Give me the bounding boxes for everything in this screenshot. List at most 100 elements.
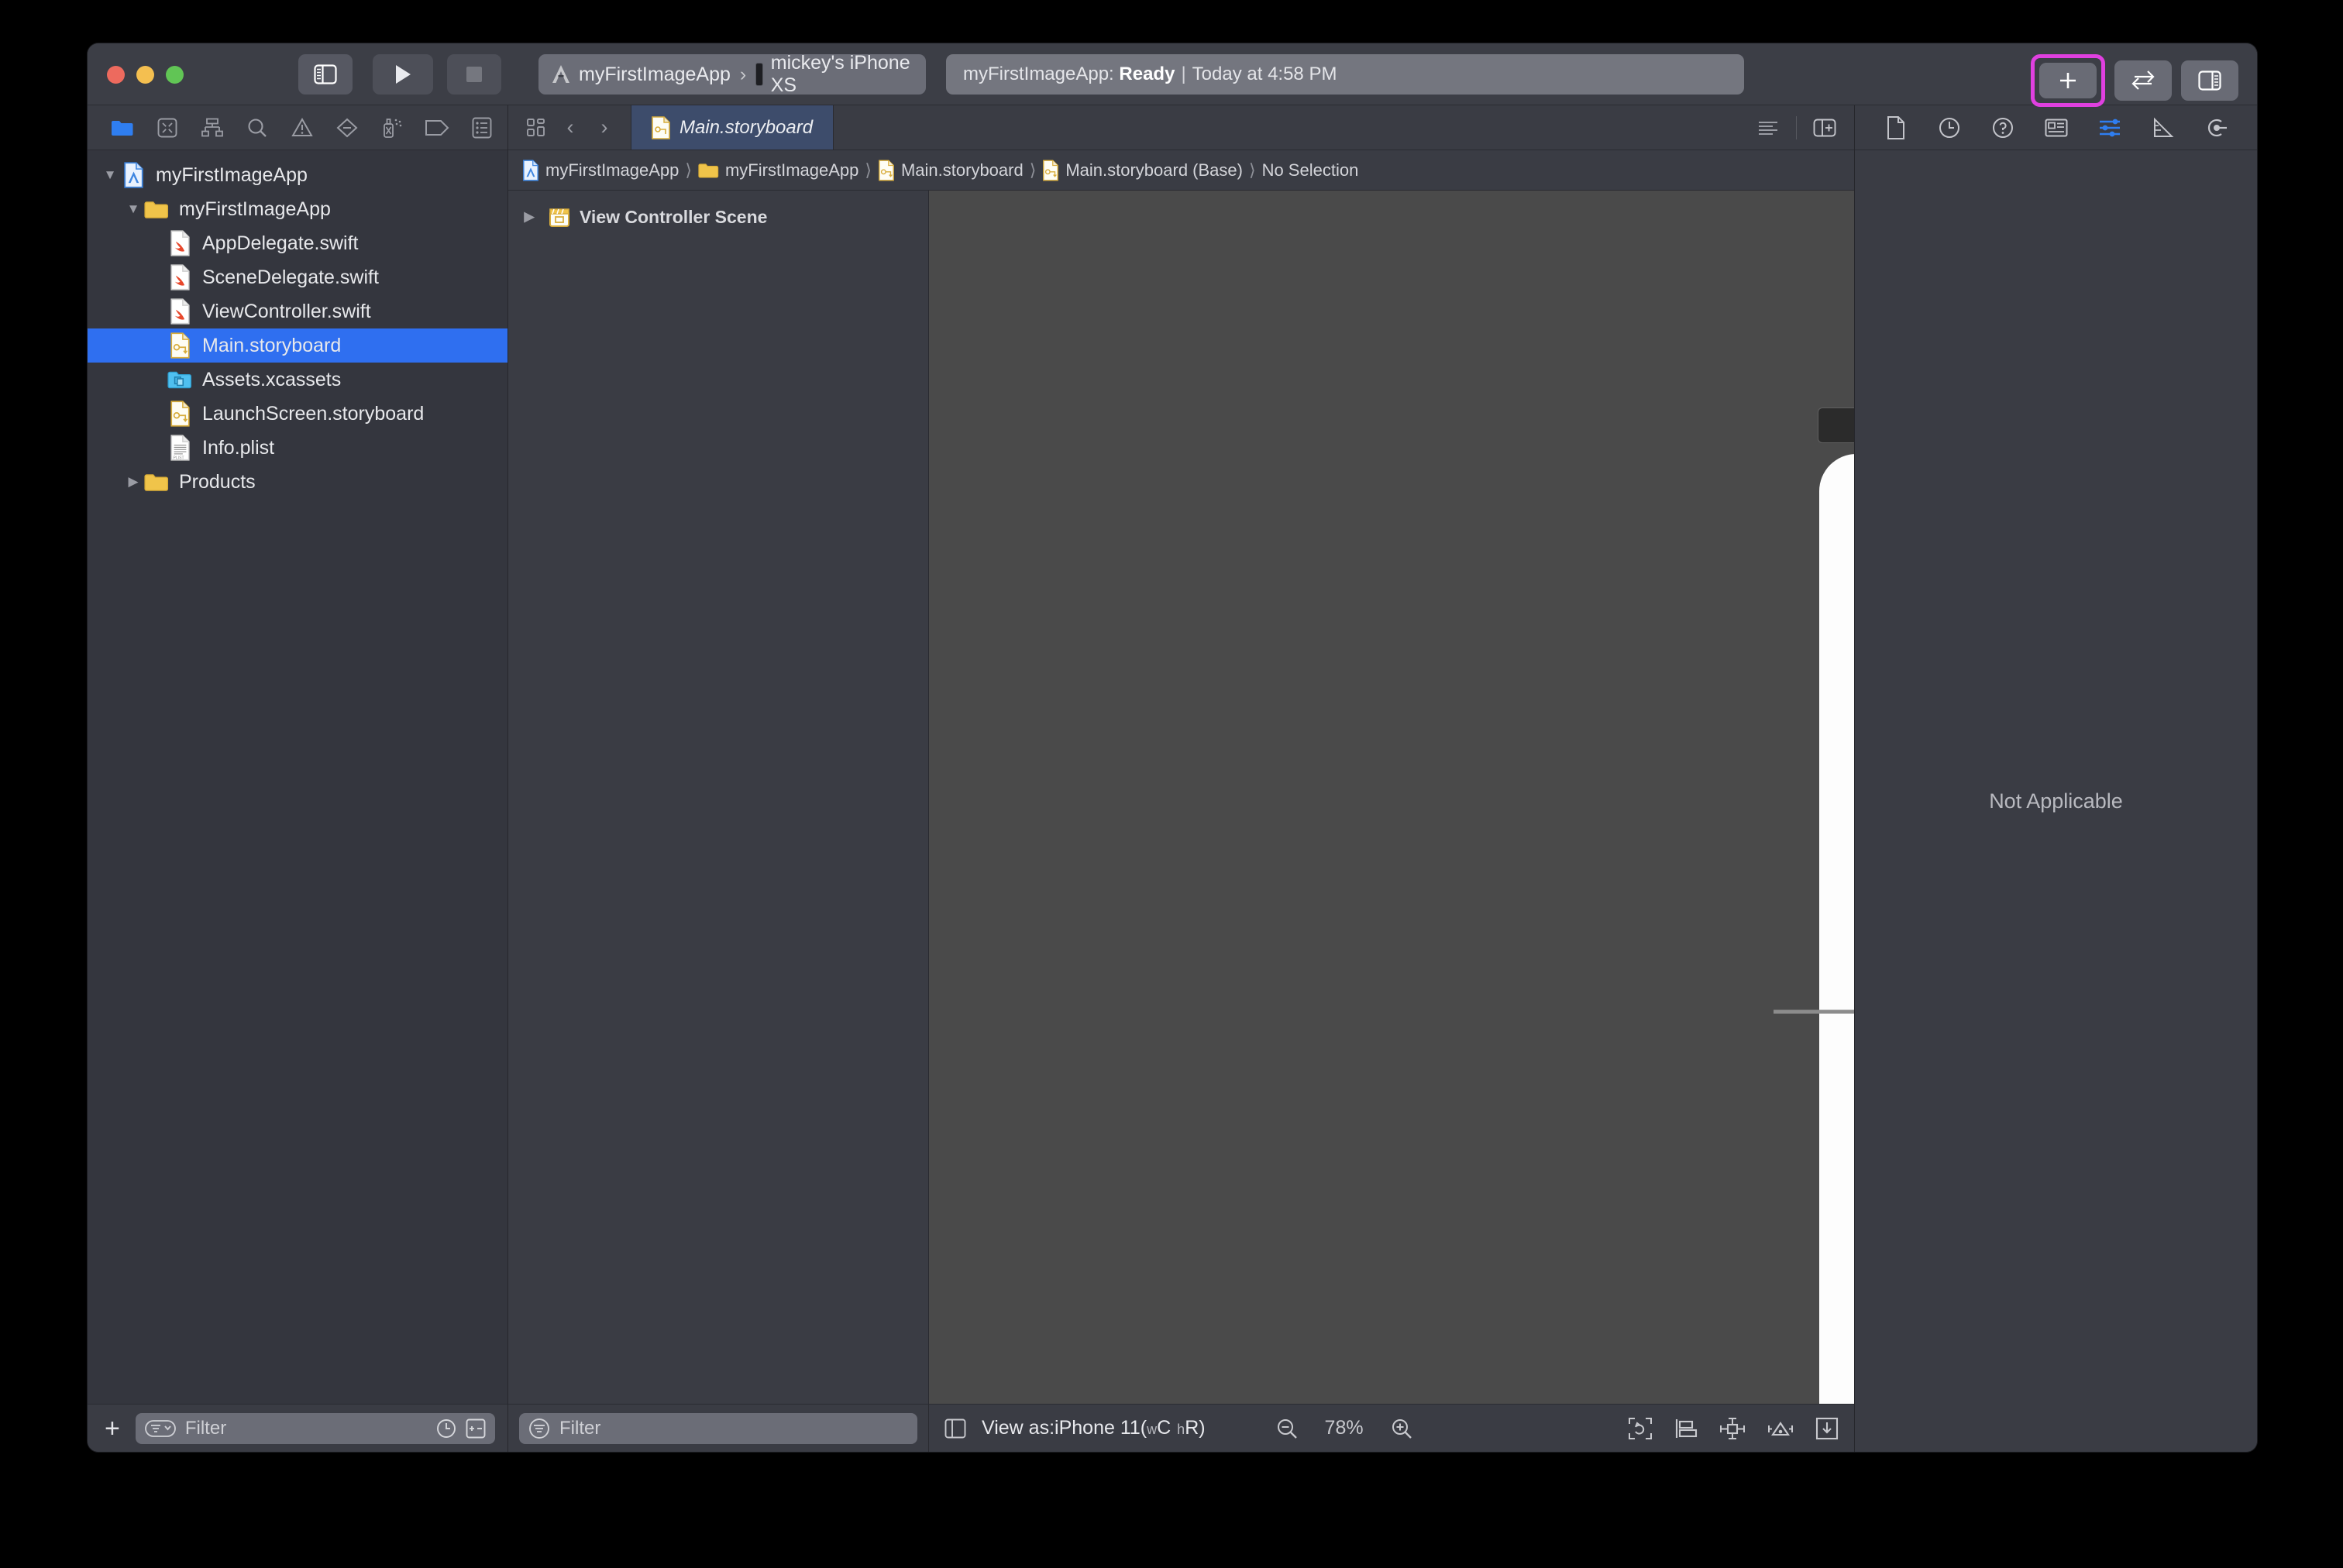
breadcrumb-separator: ⟩ — [865, 160, 872, 180]
breadcrumb-item[interactable]: myFirstImageApp — [522, 159, 680, 181]
document-outline-toggle-button[interactable] — [944, 1418, 966, 1439]
project-file-tree[interactable]: ▼ myFirstImageApp ▼ myFirstImageApp AppDeleg… — [88, 150, 507, 1404]
editor-options-button[interactable] — [1753, 112, 1784, 143]
file-tree-row[interactable]: ▼ myFirstImageApp — [88, 158, 507, 192]
zoom-level-label[interactable]: 78% — [1316, 1417, 1373, 1439]
view-as-selector[interactable]: View as: iPhone 11 ( w C h R ) — [982, 1417, 1206, 1439]
tab-main-storyboard[interactable]: Main.storyboard — [631, 105, 834, 150]
breadcrumb-item[interactable]: myFirstImageApp — [698, 160, 858, 181]
traffic-light-group — [107, 66, 184, 84]
storyboard-canvas[interactable]: View Controller — [929, 191, 1854, 1404]
breadcrumb-separator: ⟩ — [1029, 160, 1037, 180]
align-button[interactable] — [1674, 1417, 1698, 1440]
view-controller-device-frame[interactable] — [1819, 454, 1854, 1404]
document-outline-tree[interactable]: ▶ View Controller Scene — [508, 191, 928, 1404]
find-navigator-tab[interactable] — [235, 112, 280, 143]
sidebar-right-icon — [2198, 70, 2221, 91]
file-tree-row[interactable]: ▶ Products — [88, 465, 507, 499]
modified-files-icon[interactable] — [466, 1418, 486, 1439]
plus-icon — [2056, 69, 2080, 92]
inspector-toggle-button[interactable] — [2181, 60, 2238, 101]
related-items-button[interactable] — [521, 112, 552, 143]
identity-inspector-tab[interactable] — [2036, 112, 2076, 143]
scheme-destination-selector[interactable]: myFirstImageApp › mickey's iPhone XS — [538, 52, 926, 96]
breakpoint-navigator-tab[interactable] — [415, 112, 459, 143]
outline-filter-input[interactable]: Filter — [519, 1412, 917, 1444]
stop-button[interactable] — [447, 54, 501, 95]
file-tree-row[interactable]: Assets.xcassets — [88, 363, 507, 397]
folder-icon — [143, 469, 170, 495]
editor-tabbar: ‹ › Main.storyboard — [508, 105, 1854, 150]
file-tree-row[interactable]: LaunchScreen.storyboard — [88, 397, 507, 431]
trait-height-value: R — [1185, 1417, 1199, 1439]
quick-help-inspector-tab[interactable] — [1983, 112, 2023, 143]
chevron-down-icon[interactable]: ▼ — [123, 201, 143, 217]
code-review-button[interactable] — [2114, 60, 2172, 101]
chevron-right-icon[interactable]: ▶ — [519, 209, 539, 225]
editor-split: ▶ View Controller Scene Filter View as: … — [508, 191, 1854, 1452]
breadcrumb[interactable]: myFirstImageApp ⟩ myFirstImageApp ⟩ Main.sto… — [508, 150, 1854, 191]
chevron-right-icon[interactable]: ▶ — [123, 474, 143, 490]
source-control-navigator-tab[interactable] — [145, 112, 190, 143]
history-inspector-tab[interactable] — [1929, 112, 1970, 143]
navigator-filter-bar: + Filter — [88, 1404, 507, 1452]
storyboard-file-icon — [167, 401, 193, 427]
breadcrumb-item[interactable]: Main.storyboard (Base) — [1042, 159, 1243, 181]
resolve-auto-layout-issues-button[interactable] — [1767, 1417, 1794, 1440]
zoom-out-icon[interactable] — [1275, 1417, 1299, 1440]
add-editor-button[interactable] — [1809, 112, 1840, 143]
sidebar-left-icon — [314, 64, 337, 84]
inspector-panel: Not Applicable — [1854, 105, 2257, 1452]
minimize-window-button[interactable] — [136, 66, 154, 84]
breadcrumb-item-label: Main.storyboard (Base) — [1065, 160, 1243, 180]
swift-file-icon — [167, 298, 193, 325]
breadcrumb-separator: ⟩ — [685, 160, 692, 180]
breadcrumb-item[interactable]: No Selection — [1262, 160, 1359, 181]
go-forward-button[interactable]: › — [589, 112, 620, 143]
close-window-button[interactable] — [107, 66, 125, 84]
file-tree-row[interactable]: ViewController.swift — [88, 294, 507, 328]
file-inspector-tab[interactable] — [1876, 112, 1916, 143]
view-as-prefix: View as: — [982, 1417, 1055, 1439]
navigator-filter-input[interactable]: Filter — [135, 1412, 495, 1444]
activity-status-view[interactable]: myFirstImageApp: Ready | Today at 4:58 P… — [946, 54, 1744, 95]
outline-item-view-controller-scene[interactable]: ▶ View Controller Scene — [508, 201, 928, 232]
add-button[interactable] — [2039, 63, 2097, 98]
project-navigator-tab[interactable] — [100, 112, 145, 143]
file-tree-row[interactable]: SceneDelegate.swift — [88, 260, 507, 294]
scene-title-bar[interactable]: View Controller — [1818, 407, 1854, 443]
navigator-toggle-button[interactable] — [298, 54, 353, 95]
issue-navigator-tab[interactable] — [280, 112, 325, 143]
symbol-navigator-tab[interactable] — [190, 112, 235, 143]
file-tree-row-label: myFirstImageApp — [179, 198, 331, 220]
chevron-down-icon[interactable]: ▼ — [100, 167, 120, 183]
file-tree-row-label: AppDelegate.swift — [202, 232, 359, 254]
go-back-button[interactable]: ‹ — [555, 112, 586, 143]
test-navigator-tab[interactable] — [325, 112, 370, 143]
file-tree-row[interactable]: ▼ myFirstImageApp — [88, 192, 507, 226]
file-tree-row[interactable]: PLIST Info.plist — [88, 431, 507, 465]
inspector-body: Not Applicable — [1855, 150, 2257, 1452]
update-frames-button[interactable] — [1628, 1417, 1653, 1440]
add-file-button[interactable]: + — [100, 1415, 125, 1442]
breadcrumb-item[interactable]: Main.storyboard — [878, 159, 1024, 181]
zoom-window-button[interactable] — [166, 66, 184, 84]
debug-navigator-tab[interactable] — [370, 112, 415, 143]
file-tree-row[interactable]: Main.storyboard — [88, 328, 507, 363]
file-tree-row[interactable]: AppDelegate.swift — [88, 226, 507, 260]
trait-height-subscript: h — [1177, 1422, 1185, 1437]
plist-file-icon: PLIST — [167, 435, 193, 461]
add-new-constraints-button[interactable] — [1719, 1417, 1746, 1440]
clock-icon[interactable] — [436, 1418, 456, 1439]
size-inspector-tab[interactable] — [2143, 112, 2183, 143]
embed-in-button[interactable] — [1815, 1417, 1839, 1440]
attributes-inspector-tab[interactable] — [2090, 112, 2130, 143]
filter-scope-icon[interactable] — [144, 1419, 176, 1438]
breadcrumb-item-label: myFirstImageApp — [545, 160, 680, 180]
assets-catalog-icon — [167, 366, 193, 393]
report-navigator-tab[interactable] — [459, 112, 504, 143]
run-button[interactable] — [373, 54, 433, 95]
connections-inspector-tab[interactable] — [2197, 112, 2237, 143]
zoom-in-icon[interactable] — [1390, 1417, 1413, 1440]
status-timestamp: Today at 4:58 PM — [1192, 64, 1337, 84]
